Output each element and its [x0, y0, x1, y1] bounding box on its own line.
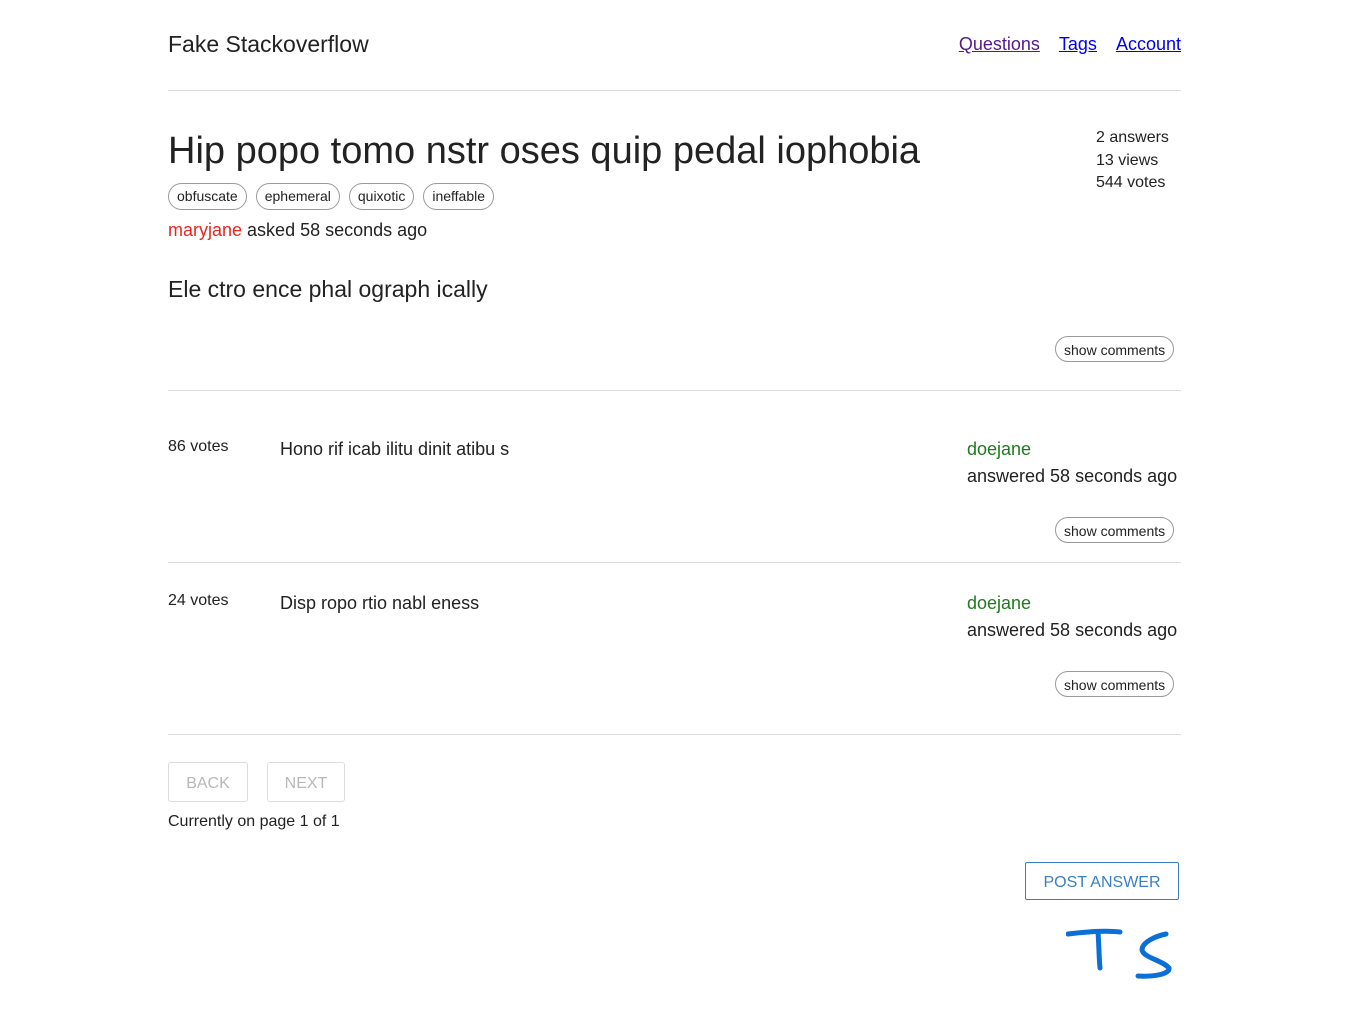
- question-asked-time: asked 58 seconds ago: [247, 220, 428, 240]
- question-show-comments-button[interactable]: show comments: [1055, 336, 1175, 362]
- question-stats: 2 answers 13 views 544 votes: [1096, 127, 1169, 195]
- tag-chip[interactable]: ephemeral: [255, 183, 340, 210]
- answer-text: Hono rif icab ilitu dinit atibu s: [280, 439, 510, 459]
- divider: [168, 562, 1181, 563]
- nav-account-link[interactable]: Account: [1116, 34, 1181, 54]
- back-button[interactable]: BACK: [168, 762, 248, 802]
- answer-votes: 86 votes: [168, 438, 229, 455]
- nav-questions-link[interactable]: Questions: [959, 34, 1040, 54]
- question-title: Hip popo tomo nstr oses quip pedal iopho…: [168, 130, 921, 172]
- tag-chip[interactable]: obfuscate: [168, 183, 247, 210]
- question-body: Ele ctro ence phal ograph ically: [168, 276, 488, 302]
- next-button[interactable]: NEXT: [267, 762, 345, 802]
- answer-show-comments-button[interactable]: show comments: [1055, 517, 1175, 543]
- divider: [168, 734, 1181, 735]
- view-count: 13 views: [1096, 151, 1159, 169]
- answer-text: Disp ropo rtio nabl eness: [280, 593, 480, 613]
- tag-list: obfuscate ephemeral quixotic ineffable: [168, 183, 495, 210]
- page-indicator: Currently on page 1 of 1: [168, 813, 340, 830]
- answer-count: 2 answers: [1096, 129, 1169, 146]
- answer-time: answered 58 seconds ago: [967, 466, 1178, 486]
- answer-author: doejane: [967, 593, 1032, 613]
- question-author: maryjane: [168, 220, 243, 240]
- answer-votes: 24 votes: [168, 592, 229, 609]
- question-meta: maryjane asked 58 seconds ago: [168, 220, 427, 241]
- answer-time: answered 58 seconds ago: [967, 620, 1178, 640]
- site-brand: Fake Stackoverflow: [168, 31, 369, 57]
- top-nav: Questions Tags Account: [945, 34, 1181, 55]
- post-answer-button[interactable]: POST ANSWER: [1025, 862, 1179, 900]
- vote-count: 544 votes: [1096, 174, 1166, 191]
- handwritten-initials-mark: [1066, 928, 1172, 979]
- header: Fake Stackoverflow Questions Tags Accoun…: [168, 0, 1181, 91]
- divider: [168, 390, 1181, 391]
- tag-chip[interactable]: quixotic: [348, 183, 415, 210]
- answer-show-comments-button[interactable]: show comments: [1055, 671, 1175, 697]
- tag-chip[interactable]: ineffable: [423, 183, 495, 210]
- answer-author: doejane: [967, 439, 1032, 459]
- nav-tags-link[interactable]: Tags: [1059, 34, 1097, 54]
